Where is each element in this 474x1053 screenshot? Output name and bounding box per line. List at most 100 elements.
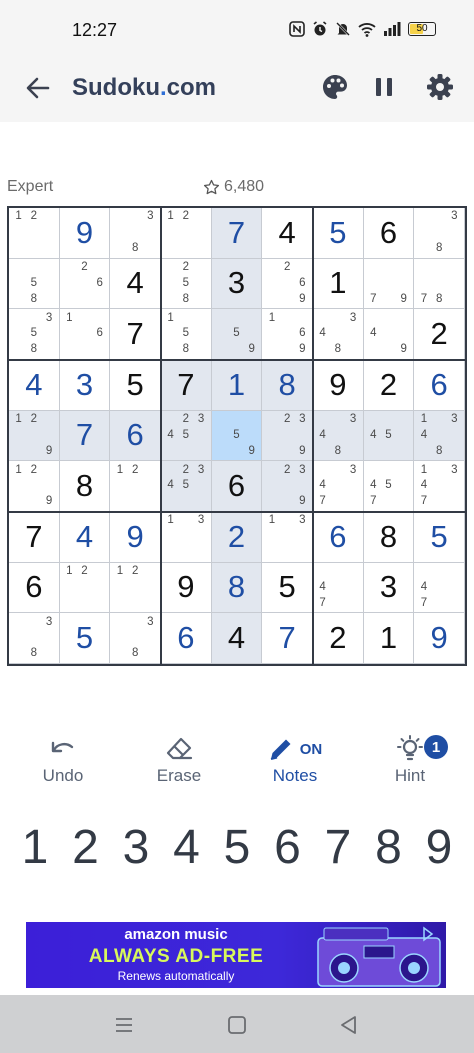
cell-r3c1[interactable]: 35 8 [9,309,60,360]
cell-r1c6[interactable]: 4 [262,208,313,259]
cell-r4c8[interactable]: 2 [363,360,415,411]
cell-r3c8[interactable]: 49 [363,309,415,360]
numpad-1[interactable]: 1 [12,818,58,878]
pause-icon[interactable] [369,72,399,102]
cell-r3c6[interactable]: 1 6 9 [262,309,313,360]
notes-button[interactable]: ON Notes [247,735,343,795]
cell-r9c3[interactable]: 38 [110,613,161,664]
settings-gear-icon[interactable] [425,72,455,102]
cell-r7c2[interactable]: 4 [59,512,111,563]
cell-r3c2[interactable]: 16 [59,309,111,360]
cell-r6c4[interactable]: 23 45 [161,461,212,512]
numpad-6[interactable]: 6 [265,818,311,878]
numpad-3[interactable]: 3 [113,818,159,878]
cell-r7c6[interactable]: 13 [262,512,313,563]
cell-r7c3[interactable]: 9 [110,512,161,563]
cell-r8c7[interactable]: 47 [313,562,364,614]
cell-r7c9[interactable]: 5 [414,512,465,563]
numpad-7[interactable]: 7 [315,818,361,878]
cell-r5c4[interactable]: 23 45 [161,410,212,462]
cell-r1c7[interactable]: 5 [313,208,364,259]
cell-r7c5[interactable]: 2 [211,512,263,563]
cell-r1c4[interactable]: 12 [161,208,212,259]
numpad-2[interactable]: 2 [63,818,109,878]
cell-r6c3[interactable]: 12 [110,461,161,512]
ad-banner[interactable]: amazon music ALWAYS AD-FREE Renews autom… [26,922,446,988]
cell-r6c7[interactable]: 3 4 7 [313,461,364,512]
cell-r5c3[interactable]: 6 [110,410,161,462]
cell-r5c7[interactable]: 3 48 [313,410,364,462]
cell-r9c6[interactable]: 7 [262,613,313,664]
cell-r8c9[interactable]: 47 [414,562,465,614]
cell-r7c4[interactable]: 13 [161,512,212,563]
cell-r2c4[interactable]: 2 5 8 [161,258,212,310]
cell-r2c8[interactable]: 79 [363,258,415,310]
cell-r6c8[interactable]: 457 [363,461,415,512]
cell-r8c8[interactable]: 3 [363,562,415,614]
numpad-9[interactable]: 9 [416,818,462,878]
cell-r5c1[interactable]: 12 9 [9,410,60,462]
cell-r5c8[interactable]: 45 [363,410,415,462]
numpad-4[interactable]: 4 [164,818,210,878]
cell-r3c9[interactable]: 2 [414,309,465,360]
cell-r5c6[interactable]: 23 9 [262,410,313,462]
cell-r3c5[interactable]: 59 [211,309,263,360]
back-triangle-icon[interactable] [337,1013,361,1037]
cell-r7c8[interactable]: 8 [363,512,415,563]
hint-button[interactable]: 1 Hint [362,735,458,795]
cell-r6c1[interactable]: 12 9 [9,461,60,512]
home-icon[interactable] [225,1013,249,1037]
cell-r8c2[interactable]: 12 [59,562,111,614]
numpad-8[interactable]: 8 [366,818,412,878]
cell-r2c2[interactable]: 26 [59,258,111,310]
cell-r9c7[interactable]: 2 [313,613,364,664]
cell-r9c9[interactable]: 9 [414,613,465,664]
cell-r9c5[interactable]: 4 [211,613,263,664]
cell-r7c7[interactable]: 6 [313,512,364,563]
cell-r8c1[interactable]: 6 [9,562,60,614]
cell-r5c9[interactable]: 1 3 48 [414,410,465,462]
palette-icon[interactable] [320,72,350,102]
cell-r9c1[interactable]: 38 [9,613,60,664]
back-arrow-icon[interactable] [24,74,52,102]
cell-r4c6[interactable]: 8 [262,360,313,411]
cell-r5c2[interactable]: 7 [59,410,111,462]
cell-r1c5[interactable]: 7 [211,208,263,259]
cell-r4c1[interactable]: 4 [9,360,60,411]
cell-r1c1[interactable]: 12 [9,208,60,259]
undo-button[interactable]: Undo [15,735,111,795]
cell-r3c3[interactable]: 7 [110,309,161,360]
cell-r2c9[interactable]: 78 [414,258,465,310]
menu-icon[interactable] [112,1013,136,1037]
cell-r8c3[interactable]: 12 [110,562,161,614]
cell-r6c6[interactable]: 23 9 [262,461,313,512]
cell-r7c1[interactable]: 7 [9,512,60,563]
cell-r8c4[interactable]: 9 [161,562,212,614]
cell-r2c6[interactable]: 26 9 [262,258,313,310]
cell-r8c6[interactable]: 5 [262,562,313,614]
cell-r4c9[interactable]: 6 [414,360,465,411]
cell-r6c2[interactable]: 8 [59,461,111,512]
cell-r2c5[interactable]: 3 [211,258,263,310]
cell-r1c8[interactable]: 6 [363,208,415,259]
cell-r1c3[interactable]: 38 [110,208,161,259]
cell-r4c7[interactable]: 9 [313,360,364,411]
cell-r4c4[interactable]: 7 [161,360,212,411]
cell-r3c4[interactable]: 15 8 [161,309,212,360]
erase-button[interactable]: Erase [131,735,227,795]
cell-r2c1[interactable]: 58 [9,258,60,310]
cell-r4c5[interactable]: 1 [211,360,263,411]
cell-r1c2[interactable]: 9 [59,208,111,259]
cell-r2c7[interactable]: 1 [313,258,364,310]
numpad-5[interactable]: 5 [214,818,260,878]
cell-r9c8[interactable]: 1 [363,613,415,664]
cell-r1c9[interactable]: 38 [414,208,465,259]
cell-r6c5[interactable]: 6 [211,461,263,512]
cell-r5c5[interactable]: 59 [211,410,263,462]
cell-r9c2[interactable]: 5 [59,613,111,664]
cell-r2c3[interactable]: 4 [110,258,161,310]
cell-r3c7[interactable]: 3 48 [313,309,364,360]
cell-r4c3[interactable]: 5 [110,360,161,411]
cell-r8c5[interactable]: 8 [211,562,263,614]
cell-r4c2[interactable]: 3 [59,360,111,411]
